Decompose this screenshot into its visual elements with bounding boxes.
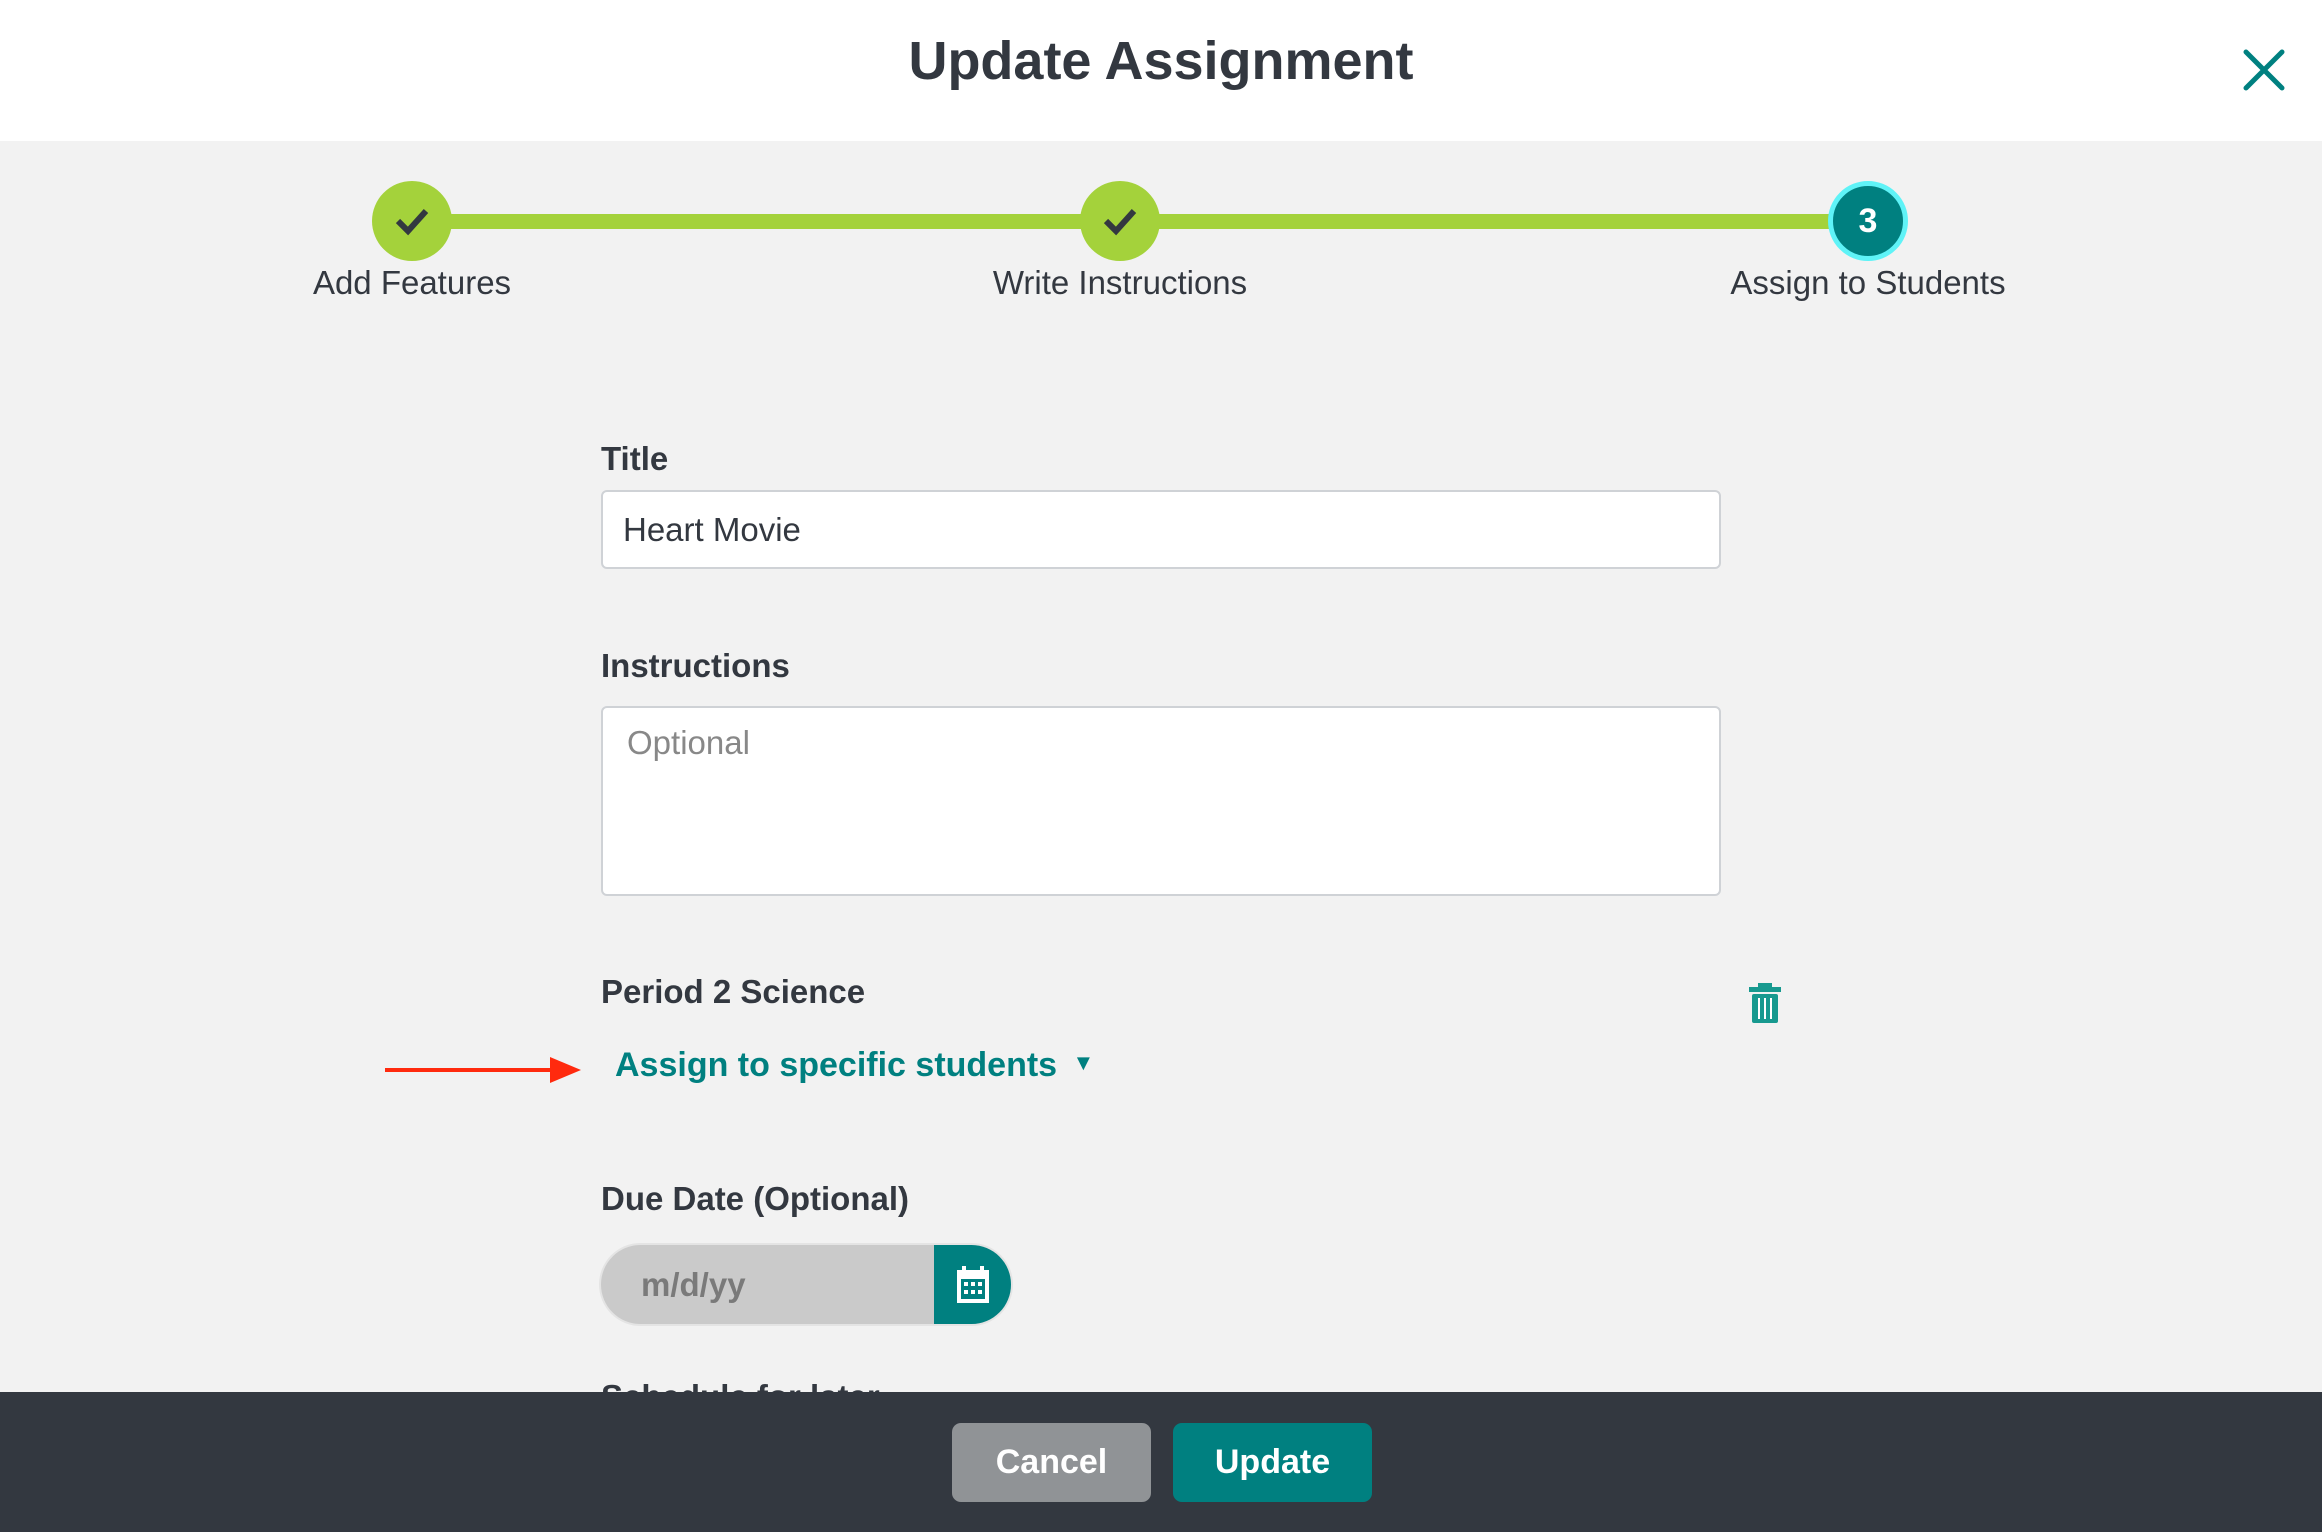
due-date-field xyxy=(601,1245,1011,1324)
progress-line-2 xyxy=(1120,214,1868,229)
modal-title: Update Assignment xyxy=(908,31,1414,91)
step-2-circle xyxy=(1080,181,1160,261)
checkmark-icon xyxy=(395,208,429,236)
assign-specific-students-dropdown[interactable]: Assign to specific students ▼ xyxy=(615,1046,1094,1085)
due-date-label: Due Date (Optional) xyxy=(601,1180,910,1217)
step-3-circle: 3 xyxy=(1828,181,1908,261)
caret-down-icon: ▼ xyxy=(1072,1050,1095,1075)
title-label: Title xyxy=(601,440,669,477)
step-label-add-features: Add Features xyxy=(312,264,512,301)
instructions-label: Instructions xyxy=(601,647,790,684)
trash-icon[interactable] xyxy=(1748,983,1782,1028)
assign-link-label: Assign to specific students xyxy=(615,1046,1058,1084)
step-1-circle xyxy=(372,181,452,261)
instructions-textarea[interactable] xyxy=(601,706,1721,896)
checkmark-icon xyxy=(1103,208,1137,236)
calendar-icon xyxy=(956,1265,989,1303)
calendar-button[interactable] xyxy=(934,1245,1011,1324)
close-icon[interactable] xyxy=(2238,44,2290,96)
update-button[interactable]: Update xyxy=(1173,1423,1372,1502)
step-label-assign-to-students: Assign to Students xyxy=(1730,264,2006,301)
progress-line-1 xyxy=(412,214,1120,229)
class-name: Period 2 Science xyxy=(601,973,866,1010)
step-label-write-instructions: Write Instructions xyxy=(992,264,1248,301)
modal-footer xyxy=(0,1392,2322,1532)
title-input[interactable] xyxy=(601,490,1721,569)
due-date-input[interactable] xyxy=(601,1245,933,1324)
annotation-arrow-icon xyxy=(385,1055,585,1090)
cancel-button[interactable]: Cancel xyxy=(952,1423,1151,1502)
